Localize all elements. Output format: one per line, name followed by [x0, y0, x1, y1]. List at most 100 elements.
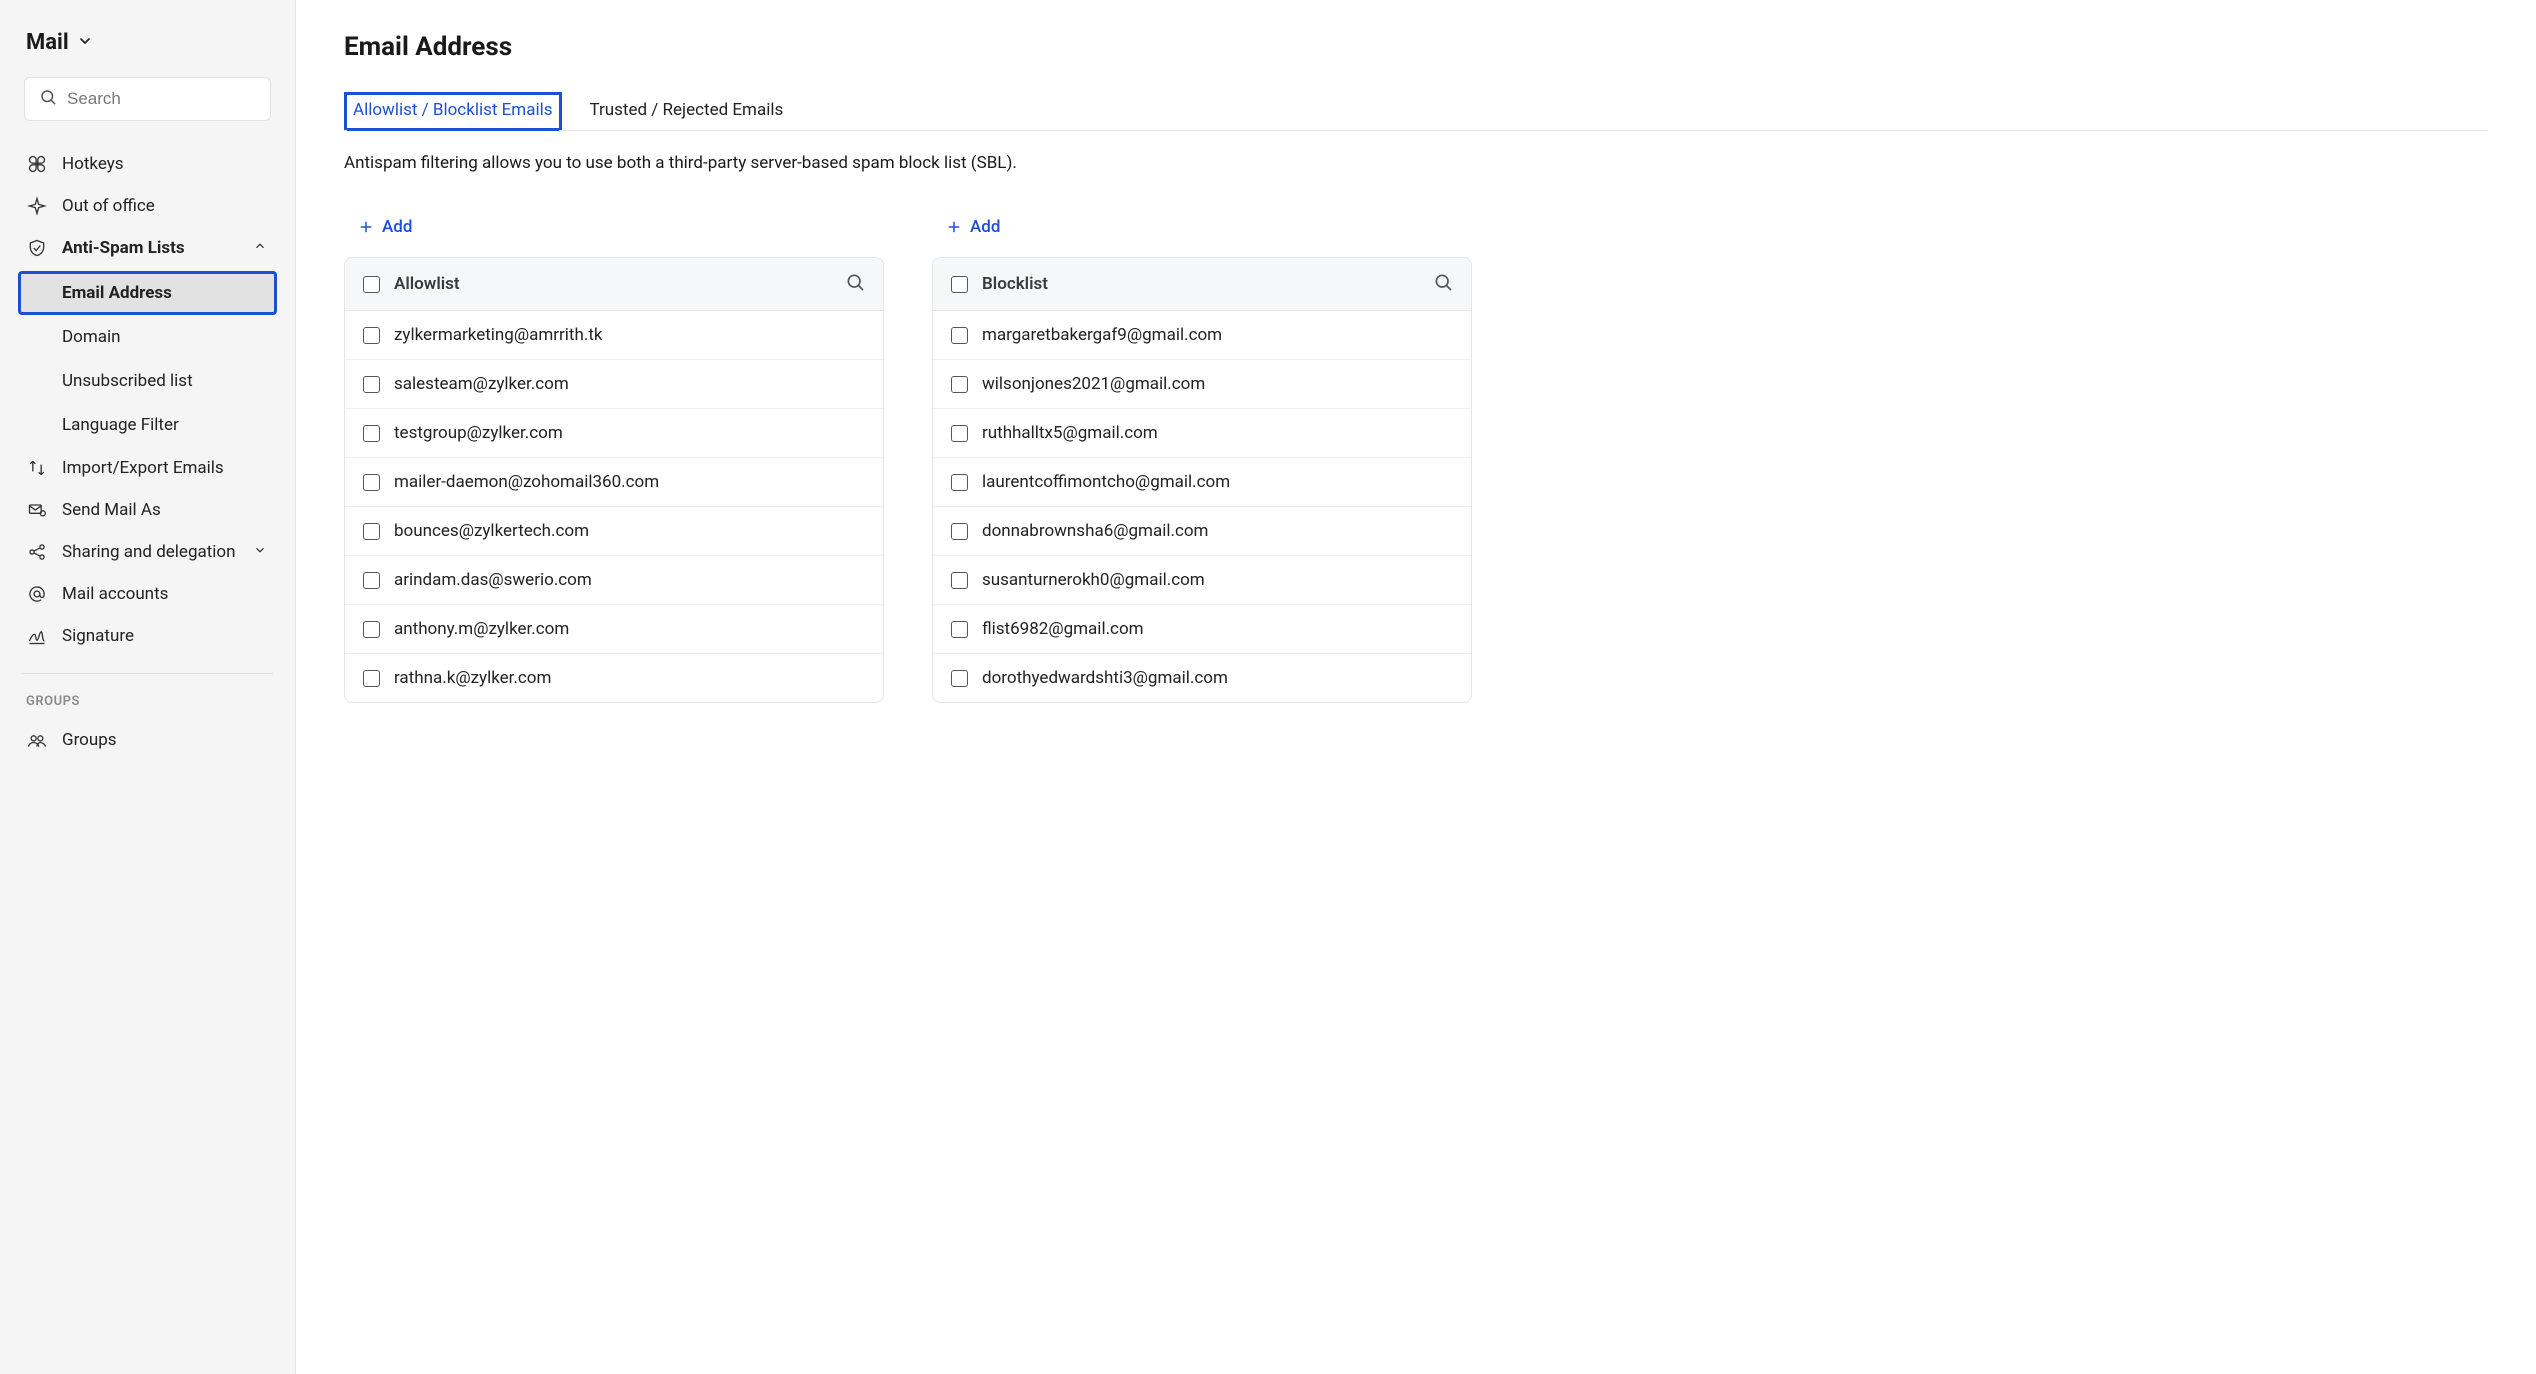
- sidebar-nav: Hotkeys Out of office Anti-Spam Lists Email…: [18, 143, 277, 657]
- sendas-icon: [26, 500, 48, 520]
- sidebar-subitem-email-address[interactable]: Email Address: [18, 271, 277, 315]
- lists-container: Add Allowlist zylkermarketing@amrrith.tk…: [344, 207, 2488, 703]
- row-checkbox[interactable]: [951, 572, 968, 589]
- shield-icon: [26, 238, 48, 258]
- sidebar-title-selector[interactable]: Mail: [18, 30, 277, 55]
- tab-trusted-rejected-emails[interactable]: Trusted / Rejected Emails: [584, 92, 790, 130]
- row-checkbox[interactable]: [363, 474, 380, 491]
- row-checkbox[interactable]: [363, 523, 380, 540]
- groups-heading: GROUPS: [18, 688, 277, 719]
- blocklist-row[interactable]: flist6982@gmail.com: [933, 605, 1471, 654]
- sidebar-item-label: Groups: [62, 730, 269, 750]
- sidebar: Mail Hotkeys Out of office Anti-Spam Lists…: [0, 0, 296, 1374]
- command-icon: [26, 154, 48, 174]
- sidebar-item-label: Mail accounts: [62, 584, 269, 604]
- allowlist-header: Allowlist: [345, 258, 883, 311]
- app-root: Mail Hotkeys Out of office Anti-Spam Lists…: [0, 0, 2536, 1374]
- search-blocklist-icon[interactable]: [1433, 272, 1453, 296]
- blocklist-row[interactable]: laurentcoffimontcho@gmail.com: [933, 458, 1471, 507]
- row-email: testgroup@zylker.com: [394, 423, 563, 443]
- row-email: salesteam@zylker.com: [394, 374, 569, 394]
- sidebar-subitem-domain[interactable]: Domain: [18, 315, 277, 359]
- allowlist-row[interactable]: arindam.das@swerio.com: [345, 556, 883, 605]
- add-blocklist-button[interactable]: Add: [932, 207, 1014, 247]
- row-checkbox[interactable]: [951, 376, 968, 393]
- blocklist-row[interactable]: dorothyedwardshti3@gmail.com: [933, 654, 1471, 702]
- sidebar-search-input[interactable]: [67, 89, 288, 109]
- blocklist-row[interactable]: donnabrownsha6@gmail.com: [933, 507, 1471, 556]
- row-checkbox[interactable]: [363, 670, 380, 687]
- search-icon: [39, 88, 57, 110]
- row-checkbox[interactable]: [951, 670, 968, 687]
- blocklist-row[interactable]: susanturnerokh0@gmail.com: [933, 556, 1471, 605]
- row-email: zylkermarketing@amrrith.tk: [394, 325, 603, 345]
- sidebar-item-label: Out of office: [62, 196, 269, 216]
- groups-icon: [26, 730, 48, 750]
- row-checkbox[interactable]: [363, 425, 380, 442]
- allowlist-row[interactable]: testgroup@zylker.com: [345, 409, 883, 458]
- sidebar-subitem-unsubscribed-list[interactable]: Unsubscribed list: [18, 359, 277, 403]
- add-label: Add: [970, 217, 1000, 237]
- select-all-allowlist-checkbox[interactable]: [363, 276, 380, 293]
- signature-icon: [26, 626, 48, 646]
- row-checkbox[interactable]: [363, 621, 380, 638]
- sidebar-item-label: Sharing and delegation: [62, 542, 239, 562]
- sidebar-item-mail-accounts[interactable]: Mail accounts: [18, 573, 277, 615]
- row-checkbox[interactable]: [363, 572, 380, 589]
- sidebar-item-signature[interactable]: Signature: [18, 615, 277, 657]
- page-title: Email Address: [344, 32, 2488, 62]
- blocklist-header: Blocklist: [933, 258, 1471, 311]
- sidebar-item-label: Anti-Spam Lists: [62, 238, 239, 258]
- importexport-icon: [26, 458, 48, 478]
- allowlist-row[interactable]: anthony.m@zylker.com: [345, 605, 883, 654]
- row-checkbox[interactable]: [951, 621, 968, 638]
- allowlist-row[interactable]: salesteam@zylker.com: [345, 360, 883, 409]
- allowlist-title: Allowlist: [394, 274, 831, 294]
- blocklist-row[interactable]: ruthhalltx5@gmail.com: [933, 409, 1471, 458]
- row-checkbox[interactable]: [951, 425, 968, 442]
- sidebar-item-anti-spam-lists[interactable]: Anti-Spam Lists: [18, 227, 277, 269]
- sidebar-item-send-mail-as[interactable]: Send Mail As: [18, 489, 277, 531]
- row-checkbox[interactable]: [951, 327, 968, 344]
- allowlist-table: Allowlist zylkermarketing@amrrith.tk sale…: [344, 257, 884, 703]
- sidebar-item-label: Hotkeys: [62, 154, 269, 174]
- blocklist-table: Blocklist margaretbakergaf9@gmail.com wil…: [932, 257, 1472, 703]
- row-email: anthony.m@zylker.com: [394, 619, 569, 639]
- sidebar-search[interactable]: [24, 77, 271, 121]
- row-checkbox[interactable]: [951, 523, 968, 540]
- sidebar-item-out-of-office[interactable]: Out of office: [18, 185, 277, 227]
- row-email: laurentcoffimontcho@gmail.com: [982, 472, 1230, 492]
- sidebar-item-sharing-and-delegation[interactable]: Sharing and delegation: [18, 531, 277, 573]
- row-email: margaretbakergaf9@gmail.com: [982, 325, 1222, 345]
- row-email: rathna.k@zylker.com: [394, 668, 551, 688]
- select-all-blocklist-checkbox[interactable]: [951, 276, 968, 293]
- plane-icon: [26, 196, 48, 216]
- allowlist-column: Add Allowlist zylkermarketing@amrrith.tk…: [344, 207, 884, 703]
- row-email: arindam.das@swerio.com: [394, 570, 592, 590]
- search-allowlist-icon[interactable]: [845, 272, 865, 296]
- share-icon: [26, 542, 48, 562]
- sidebar-subitem-language-filter[interactable]: Language Filter: [18, 403, 277, 447]
- row-checkbox[interactable]: [363, 327, 380, 344]
- tabs: Allowlist / Blocklist Emails Trusted / Re…: [344, 92, 2488, 131]
- sub-nav: Email AddressDomainUnsubscribed listLang…: [18, 271, 277, 447]
- tab-allowlist-blocklist-emails[interactable]: Allowlist / Blocklist Emails: [344, 92, 562, 130]
- row-checkbox[interactable]: [951, 474, 968, 491]
- sidebar-item-groups[interactable]: Groups: [18, 719, 277, 761]
- blocklist-column: Add Blocklist margaretbakergaf9@gmail.co…: [932, 207, 1472, 703]
- allowlist-row[interactable]: rathna.k@zylker.com: [345, 654, 883, 702]
- sidebar-title: Mail: [26, 30, 69, 55]
- blocklist-row[interactable]: margaretbakergaf9@gmail.com: [933, 311, 1471, 360]
- allowlist-row[interactable]: mailer-daemon@zohomail360.com: [345, 458, 883, 507]
- sidebar-item-import-export-emails[interactable]: Import/Export Emails: [18, 447, 277, 489]
- add-allowlist-button[interactable]: Add: [344, 207, 426, 247]
- row-checkbox[interactable]: [363, 376, 380, 393]
- allowlist-row[interactable]: bounces@zylkertech.com: [345, 507, 883, 556]
- sidebar-item-hotkeys[interactable]: Hotkeys: [18, 143, 277, 185]
- sidebar-item-label: Send Mail As: [62, 500, 269, 520]
- sidebar-item-label: Import/Export Emails: [62, 458, 269, 478]
- row-email: flist6982@gmail.com: [982, 619, 1144, 639]
- blocklist-row[interactable]: wilsonjones2021@gmail.com: [933, 360, 1471, 409]
- page-description: Antispam filtering allows you to use bot…: [344, 153, 2488, 173]
- allowlist-row[interactable]: zylkermarketing@amrrith.tk: [345, 311, 883, 360]
